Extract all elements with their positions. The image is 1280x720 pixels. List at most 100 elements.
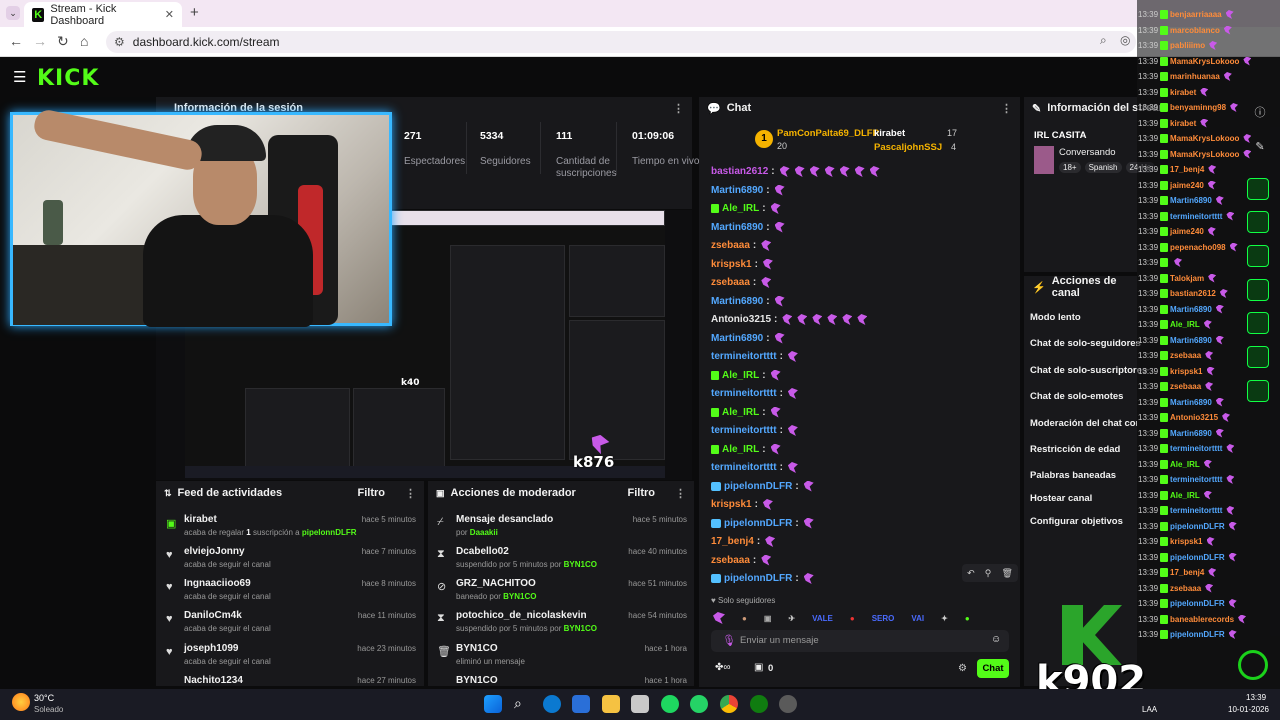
search-icon[interactable]: ⌕	[514, 695, 532, 713]
chrome-icon[interactable]	[720, 695, 738, 713]
chat-username[interactable]: 17_benj4	[711, 536, 754, 547]
zoom-icon[interactable]: ⌕	[1100, 33, 1107, 48]
action-followers-only[interactable]: Chat de solo-seguidores	[1030, 338, 1141, 349]
app-icon[interactable]	[631, 695, 649, 713]
gift-chest-icon[interactable]: ▣	[754, 662, 763, 673]
chat-username[interactable]: pipelonnDLFR	[724, 518, 792, 529]
chat-message[interactable]: zsebaaa:	[711, 277, 772, 288]
close-tab-icon[interactable]: ✕	[165, 8, 174, 21]
edit-icon[interactable]: ✎	[1250, 136, 1270, 156]
chat-message[interactable]: pipelonnDLFR:	[711, 517, 814, 529]
action-subscribers-only[interactable]: Chat de solo-suscriptores	[1030, 365, 1147, 376]
chat-message[interactable]: Ale_IRL:	[711, 443, 781, 455]
send-chat-button[interactable]: Chat	[977, 659, 1009, 678]
chat-username[interactable]: zsebaaa	[711, 555, 750, 566]
top-gifter-3[interactable]: PascaljohnSSJ	[874, 142, 942, 153]
browser-tab[interactable]: K Stream - Kick Dashboard ✕	[24, 2, 182, 27]
mod-item[interactable]: ⊘ GRZ_NACHITOO baneado por BYN1CO hace 51 m…	[435, 578, 689, 608]
activity-menu-icon[interactable]: ⋮	[405, 487, 416, 500]
eye-off-icon[interactable]: ◎	[1120, 33, 1130, 47]
action-emotes-only[interactable]: Chat de solo-emotes	[1030, 391, 1123, 402]
feed-item[interactable]: Nachito1234 hace 27 minutos	[162, 675, 420, 687]
chat-message[interactable]: zsebaaa:	[711, 240, 772, 251]
mod-item[interactable]: 🗑 BYN1CO eliminó un mensaje hace 1 hora	[435, 643, 689, 673]
chat-message[interactable]: Martin6890:	[711, 295, 785, 307]
chat-username[interactable]: pipelonnDLFR	[724, 573, 792, 584]
top-gifter-1[interactable]: PamConPalta69_DLFR	[777, 128, 879, 139]
feed-item[interactable]: ♥ Ingnaaciioo69 acaba de seguir el canal ha…	[162, 578, 420, 608]
action-banned-words[interactable]: Palabras baneadas	[1030, 470, 1116, 481]
activity-filter-button[interactable]: Filtro	[358, 487, 386, 499]
tab-search-icon[interactable]: ⌄	[6, 6, 20, 20]
chat-message[interactable]: pipelonnDLFR:	[711, 480, 814, 492]
sidebar-button[interactable]	[1247, 312, 1269, 334]
chat-username[interactable]: Martin6890	[711, 333, 763, 344]
chat-username[interactable]: Martin6890	[711, 296, 763, 307]
sidebar-button[interactable]	[1247, 380, 1269, 402]
chat-username[interactable]: zsebaaa	[711, 277, 750, 288]
language-indicator[interactable]: LAA	[1142, 705, 1157, 714]
mic-icon[interactable]: 🎙	[722, 634, 736, 647]
mod-menu-icon[interactable]: ⋮	[675, 487, 686, 500]
mod-item[interactable]: BYN1CO hace 1 hora	[435, 675, 689, 687]
top-gifter-2[interactable]: kirabet	[874, 128, 905, 139]
feed-item[interactable]: ▣ kirabet acaba de regalar 1 suscripción…	[162, 514, 420, 544]
sidebar-button[interactable]	[1247, 245, 1269, 267]
chat-message[interactable]: termineitortttt:	[711, 351, 798, 362]
chat-username[interactable]: termineitortttt	[711, 351, 777, 362]
chat-settings-icon[interactable]: ⚙	[958, 663, 967, 674]
sidebar-button[interactable]	[1247, 178, 1269, 200]
channel-points-icon[interactable]: ✤∞	[715, 662, 731, 673]
emoji-icon[interactable]: ☺	[991, 634, 1001, 645]
kick-logo[interactable]: KICK	[37, 66, 99, 91]
home-icon[interactable]: ⌂	[80, 33, 88, 49]
chat-message[interactable]: Martin6890:	[711, 221, 785, 233]
chat-message[interactable]: zsebaaa:	[711, 554, 772, 566]
site-info-icon[interactable]: ⚙	[114, 35, 125, 49]
action-age-restriction[interactable]: Restricción de edad	[1030, 444, 1120, 455]
url-input[interactable]: ⚙ dashboard.kick.com/stream	[106, 31, 1136, 53]
menu-icon[interactable]: ☰	[13, 68, 26, 86]
mod-item[interactable]: ⧗ Dcabello02 suspendido por 5 minutos por …	[435, 546, 689, 576]
chat-username[interactable]: termineitortttt	[711, 462, 777, 473]
chat-message[interactable]: krispsk1:	[711, 499, 773, 510]
chat-message[interactable]: Ale_IRL:	[711, 369, 781, 381]
delete-icon[interactable]: 🗑	[1001, 568, 1012, 579]
session-menu-icon[interactable]: ⋮	[673, 102, 684, 115]
chat-message[interactable]: termineitortttt:	[711, 462, 798, 473]
mod-item[interactable]: ⧗ potochico_de_nicolaskevin suspendido por…	[435, 610, 689, 640]
feed-item[interactable]: ♥ joseph1099 acaba de seguir el canal hace …	[162, 643, 420, 673]
action-slow-mode[interactable]: Modo lento	[1030, 312, 1081, 323]
action-host-channel[interactable]: Hostear canal	[1030, 493, 1092, 504]
app-icon[interactable]	[779, 695, 797, 713]
chat-message[interactable]: Martin6890:	[711, 332, 785, 344]
chat-message[interactable]: Ale_IRL:	[711, 406, 781, 418]
back-icon[interactable]: ←	[9, 33, 23, 49]
chat-username[interactable]: Ale_IRL	[722, 444, 759, 455]
feed-item[interactable]: ♥ elviejoJonny acaba de seguir el canal hac…	[162, 546, 420, 576]
mod-filter-button[interactable]: Filtro	[628, 487, 656, 499]
forward-icon[interactable]: →	[33, 33, 47, 49]
chat-message[interactable]: Ale_IRL:	[711, 203, 781, 214]
info-icon[interactable]: ⓘ	[1250, 102, 1270, 122]
reload-icon[interactable]: ↻	[57, 33, 69, 50]
chat-username[interactable]: termineitortttt	[711, 425, 777, 436]
emote-bar[interactable]: ● ▣ ✈ VALE ● SERO VAI ✦ ●	[711, 610, 1011, 626]
chat-username[interactable]: krispsk1	[711, 259, 752, 270]
new-tab-icon[interactable]: +	[190, 4, 199, 21]
chat-message[interactable]: Antonio3215:	[711, 314, 868, 325]
mod-item[interactable]: ⌿ Mensaje desanclado por Daaakii hace 5 min…	[435, 514, 689, 544]
xbox-icon[interactable]	[750, 695, 768, 713]
reply-icon[interactable]: ↶	[967, 568, 975, 579]
action-goals[interactable]: Configurar objetivos	[1030, 516, 1123, 527]
chat-message[interactable]: 17_benj4:	[711, 536, 776, 547]
chat-message[interactable]: pipelonnDLFR:	[711, 573, 814, 584]
chat-username[interactable]: Martin6890	[711, 222, 763, 233]
sidebar-button[interactable]	[1247, 279, 1269, 301]
chat-input[interactable]: 🎙 Enviar un mensaje ☺	[711, 630, 1009, 652]
sidebar-button[interactable]	[1247, 346, 1269, 368]
chat-username[interactable]: Ale_IRL	[722, 370, 759, 381]
explorer-icon[interactable]	[602, 695, 620, 713]
chat-username[interactable]: pipelonnDLFR	[724, 481, 792, 492]
weather-icon[interactable]	[12, 693, 30, 711]
